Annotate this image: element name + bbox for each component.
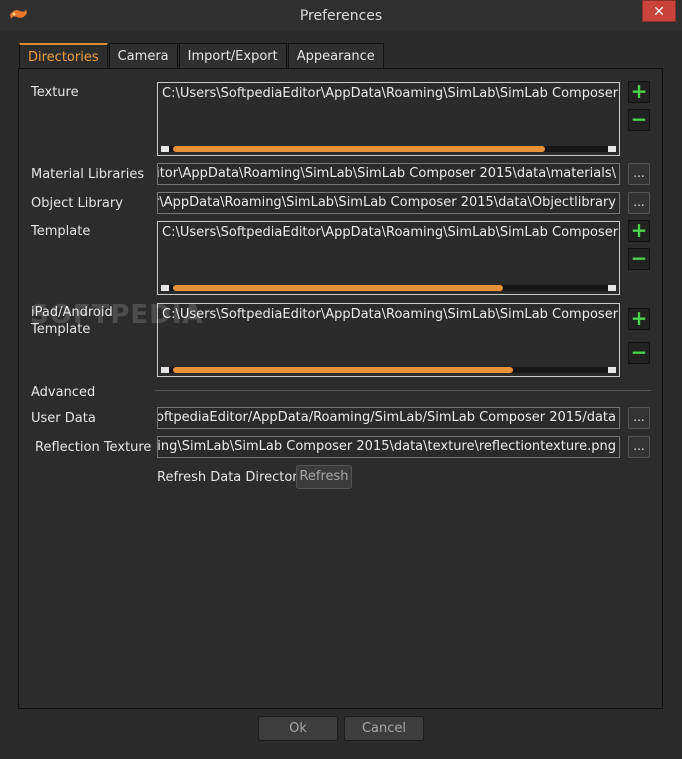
material-libraries-label: Material Libraries [31,167,145,182]
template-list[interactable]: C:\Users\SoftpediaEditor\AppData\Roaming… [157,221,620,295]
template-scrollbar[interactable] [161,285,616,291]
scroll-left-arrow-icon[interactable] [161,146,169,152]
ipad-template-path-item[interactable]: C:\Users\SoftpediaEditor\AppData\Roaming… [162,307,619,322]
scrollbar-thumb[interactable] [173,146,545,152]
scroll-right-arrow-icon[interactable] [608,285,616,291]
browse-user-data-button[interactable]: ... [628,407,650,429]
refresh-data-directory-label: Refresh Data Directory [157,470,306,485]
browse-reflection-texture-button[interactable]: ... [628,436,650,458]
scroll-left-arrow-icon[interactable] [161,285,169,291]
reflection-texture-field[interactable]: C:\Users\SoftpediaEditor\AppData\Roaming… [157,436,620,458]
object-library-field[interactable]: C:\Users\SoftpediaEditor\AppData\Roaming… [157,192,620,214]
scroll-left-arrow-icon[interactable] [161,367,169,373]
reflection-texture-label: Reflection Texture [35,440,152,455]
advanced-heading: Advanced [31,385,96,400]
texture-label: Texture [31,85,79,100]
scroll-right-arrow-icon[interactable] [608,367,616,373]
texture-scrollbar[interactable] [161,146,616,152]
remove-template-path-button[interactable]: − [628,248,650,270]
add-template-path-button[interactable]: + [628,220,650,242]
template-path-item[interactable]: C:\Users\SoftpediaEditor\AppData\Roaming… [162,225,619,240]
texture-list[interactable]: C:\Users\SoftpediaEditor\AppData\Roaming… [157,82,620,156]
scroll-right-arrow-icon[interactable] [608,146,616,152]
tab-import-export[interactable]: Import/Export [178,43,287,68]
ipad-template-scrollbar[interactable] [161,367,616,373]
remove-ipad-template-path-button[interactable]: − [628,342,650,364]
tab-camera[interactable]: Camera [108,43,178,68]
scrollbar-thumb[interactable] [173,367,513,373]
object-library-value: C:\Users\SoftpediaEditor\AppData\Roaming… [158,195,616,210]
material-libraries-value: C:\Users\SoftpediaEditor\AppData\Roaming… [157,166,616,181]
user-data-label: User Data [31,411,96,426]
browse-material-libraries-button[interactable]: ... [628,163,650,185]
material-libraries-field[interactable]: C:\Users\SoftpediaEditor\AppData\Roaming… [157,163,620,185]
tab-directories[interactable]: Directories [19,43,108,69]
close-window-button[interactable]: ✕ [642,0,676,22]
scrollbar-thumb[interactable] [173,285,503,291]
reflection-texture-value: C:\Users\SoftpediaEditor\AppData\Roaming… [157,439,616,454]
cancel-button[interactable]: Cancel [344,716,424,741]
softpedia-watermark: SOFTPEDIA [30,300,204,330]
advanced-separator [155,390,651,391]
browse-object-library-button[interactable]: ... [628,192,650,214]
user-data-value: C:/Users/SoftpediaEditor/AppData/Roaming… [158,410,616,425]
add-texture-path-button[interactable]: + [628,81,650,103]
title-bar: Preferences ✕ [0,0,682,31]
preferences-tabs: Directories Camera Import/Export Appeara… [19,43,385,69]
refresh-button[interactable]: Refresh [296,465,352,489]
texture-path-item[interactable]: C:\Users\SoftpediaEditor\AppData\Roaming… [162,86,619,101]
ok-button[interactable]: Ok [258,716,338,741]
user-data-field[interactable]: C:/Users/SoftpediaEditor/AppData/Roaming… [157,407,620,429]
object-library-label: Object Library [31,196,123,211]
remove-texture-path-button[interactable]: − [628,109,650,131]
template-label: Template [31,224,91,239]
window-title: Preferences [299,8,383,24]
tab-appearance[interactable]: Appearance [287,43,384,68]
add-ipad-template-path-button[interactable]: + [628,308,650,330]
ipad-template-list[interactable]: C:\Users\SoftpediaEditor\AppData\Roaming… [157,303,620,377]
